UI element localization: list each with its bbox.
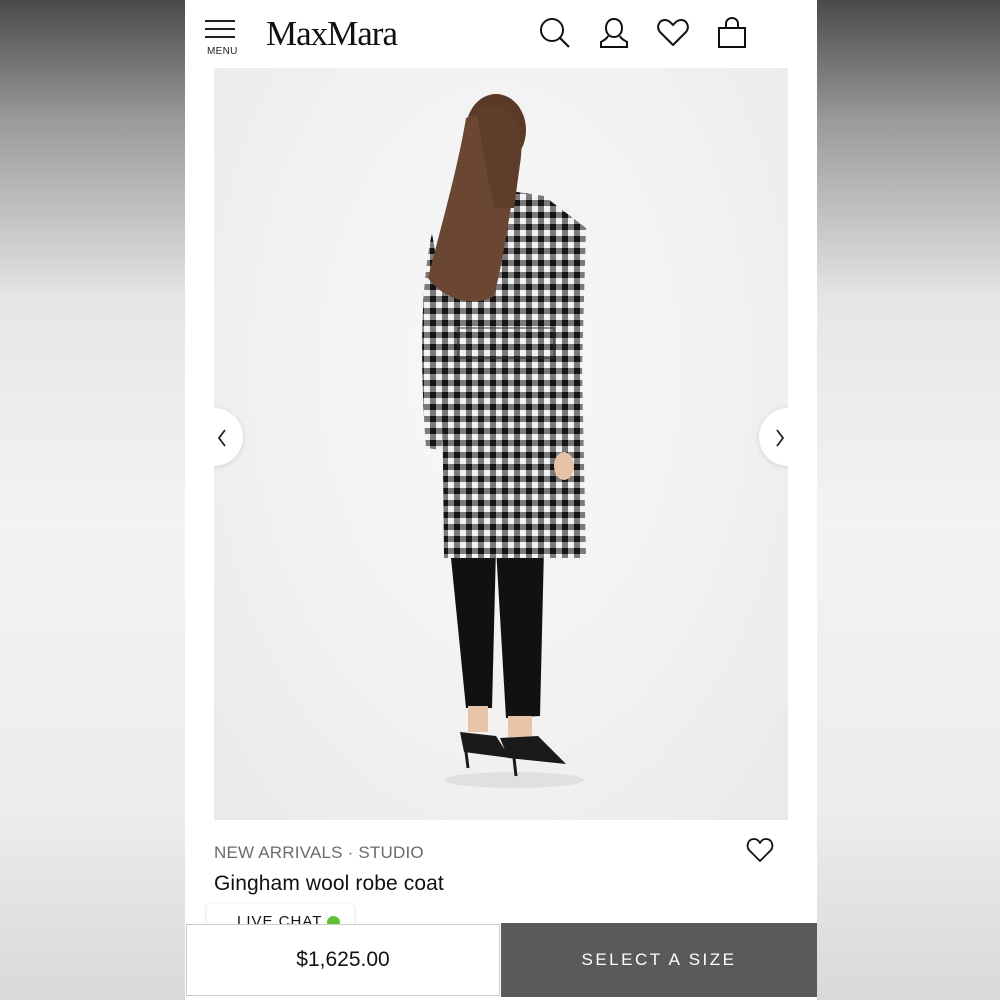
product-title: Gingham wool robe coat — [214, 872, 444, 895]
purchase-bar: $1,625.00 SELECT A SIZE — [185, 922, 817, 1000]
phone-viewport: MENU MaxMara NEW ARRIVALS · STUDIO Gingh… — [185, 0, 817, 1000]
account-icon[interactable] — [597, 16, 631, 50]
product-category[interactable]: NEW ARRIVALS · STUDIO — [214, 843, 424, 863]
wishlist-icon[interactable] — [656, 16, 690, 50]
select-size-button[interactable]: SELECT A SIZE — [501, 923, 817, 997]
chevron-left-icon — [217, 429, 226, 447]
bag-icon[interactable] — [715, 16, 749, 50]
previous-image-button[interactable] — [214, 408, 243, 466]
menu-label: MENU — [207, 46, 238, 57]
brand-logo[interactable]: MaxMara — [266, 14, 398, 54]
site-header: MENU MaxMara — [185, 0, 817, 68]
search-icon[interactable] — [538, 16, 572, 50]
heart-icon — [746, 838, 774, 862]
next-image-button[interactable] — [759, 408, 788, 466]
product-image[interactable] — [214, 68, 788, 820]
menu-button[interactable]: MENU — [205, 20, 239, 62]
chevron-right-icon — [776, 429, 785, 447]
product-wishlist-button[interactable] — [745, 836, 775, 864]
hamburger-icon — [205, 20, 239, 38]
product-price: $1,625.00 — [186, 924, 500, 996]
model-back-view-gingham-coat — [422, 94, 586, 788]
